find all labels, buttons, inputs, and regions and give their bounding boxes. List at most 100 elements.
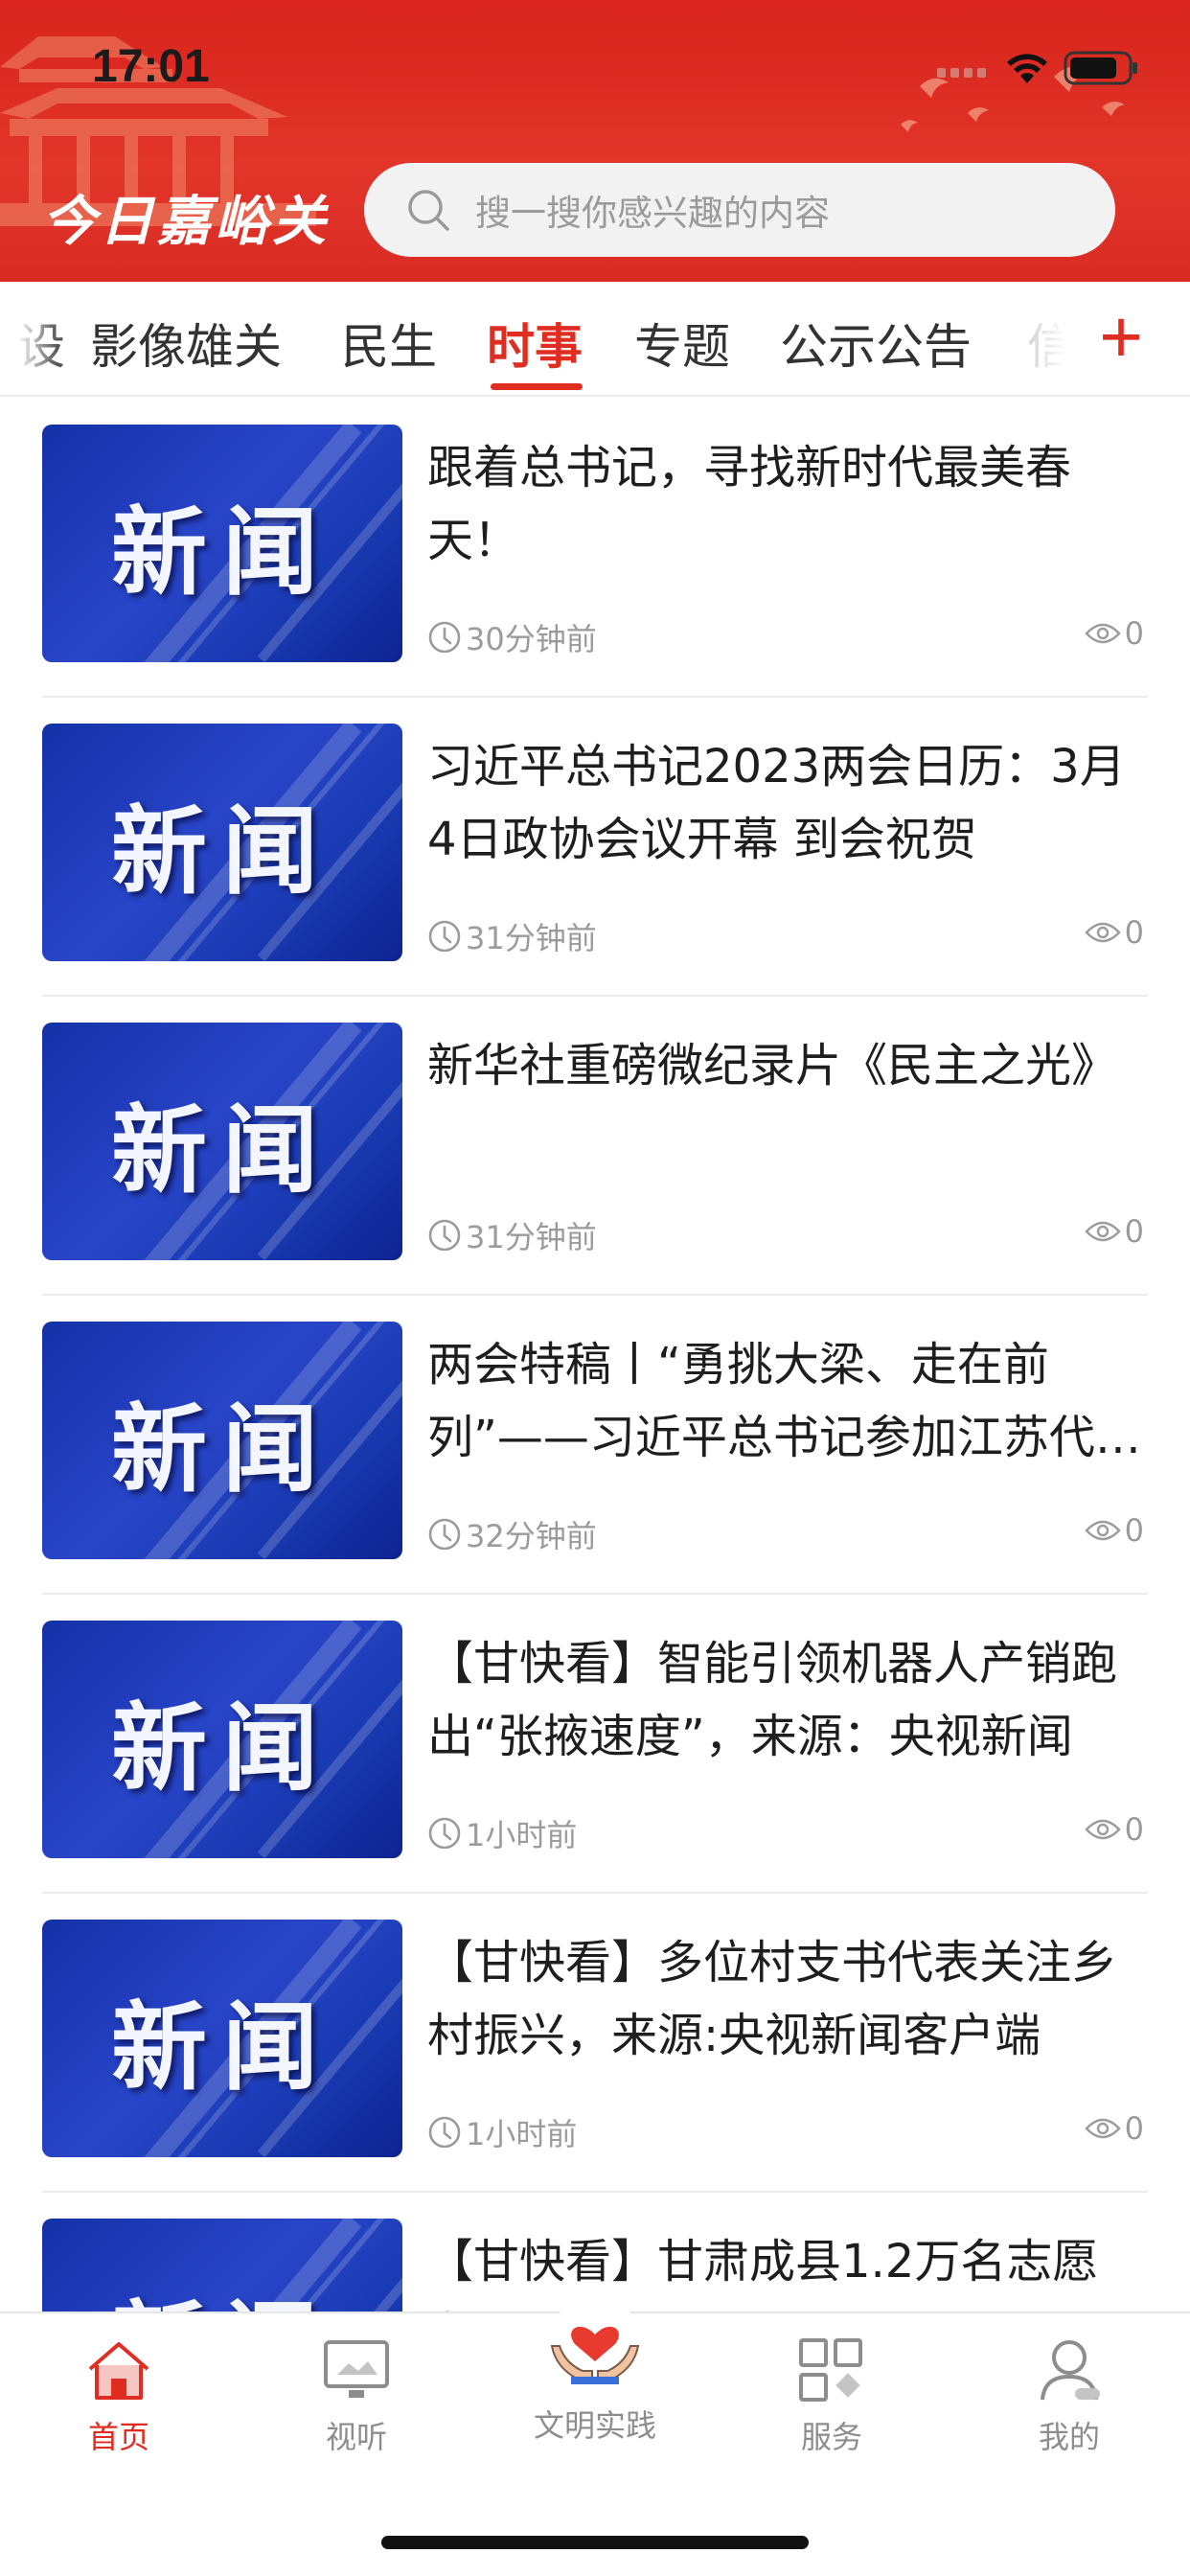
nav-services[interactable]: 服务 [765, 2336, 899, 2457]
news-thumbnail: 新闻 [42, 1621, 402, 1858]
news-thumbnail: 新闻 [42, 1322, 402, 1559]
news-thumbnail: 新闻 [42, 425, 402, 662]
views-count: 0 [1124, 914, 1144, 951]
nav-label: 服务 [800, 2419, 862, 2455]
thumbnail-label: 新闻 [111, 1691, 333, 1805]
nav-civilization[interactable]: 文明实践 [518, 2285, 672, 2446]
clock-icon [428, 2116, 461, 2149]
news-item[interactable]: 新闻 两会特稿丨“勇挑大梁、走在前列”——习近平总书记参加江苏代表团审议侧记 3… [0, 1296, 1190, 1595]
news-time: 31分钟前 [427, 914, 597, 958]
thumbnail-label: 新闻 [42, 2219, 402, 2312]
header: 17:01 今日嘉峪关 搜一搜你感兴趣的内容 [0, 0, 1190, 282]
nav-label: 首页 [87, 2419, 149, 2455]
news-views: 0 [1084, 1512, 1144, 1549]
thumbnail-label: 新闻 [111, 1093, 333, 1207]
clock-icon [428, 1518, 461, 1551]
tv-icon [324, 2340, 389, 2398]
status-icons [937, 50, 1140, 86]
search-icon [408, 190, 449, 231]
news-views: 0 [1084, 615, 1144, 652]
thumbnail-label: 新闻 [111, 1990, 333, 2104]
news-views: 0 [1084, 2110, 1144, 2147]
news-item[interactable]: 新闻 习近平总书记2023两会日历：3月4日政协会议开幕 到会祝贺 31分钟前 … [0, 698, 1190, 997]
news-title[interactable]: 【甘快看】多位村支书代表关注乡村振兴，来源:央视新闻客户端 [427, 1926, 1142, 2072]
news-thumbnail: 新闻 [42, 2219, 402, 2312]
tab-minsheng[interactable]: 民生 [341, 309, 437, 378]
news-item[interactable]: 新闻 新华社重磅微纪录片《民主之光》 31分钟前 0 [0, 997, 1190, 1296]
time-label: 31分钟前 [466, 1219, 597, 1255]
eye-icon [1084, 1221, 1121, 1242]
nav-label: 我的 [1038, 2419, 1100, 2455]
news-thumbnail: 新闻 [42, 1920, 402, 2157]
thumbnail-label: 新闻 [111, 794, 333, 908]
news-title[interactable]: 两会特稿丨“勇挑大梁、走在前列”——习近平总书记参加江苏代表团审议侧记 [427, 1328, 1142, 1474]
time-label: 30分钟前 [466, 621, 597, 657]
clock-icon [428, 1219, 461, 1252]
clock-icon [428, 621, 461, 654]
clock-icon [428, 920, 461, 953]
grid-icon [799, 2338, 862, 2402]
news-time: 31分钟前 [427, 1213, 597, 1257]
home-indicator[interactable] [381, 2536, 809, 2549]
nav-home[interactable]: 首页 [52, 2336, 186, 2457]
battery-icon [1064, 51, 1137, 85]
home-icon [88, 2342, 149, 2400]
views-count: 0 [1124, 1512, 1144, 1549]
news-title[interactable]: 习近平总书记2023两会日历：3月4日政协会议开幕 到会祝贺 [427, 730, 1142, 876]
time-label: 32分钟前 [466, 1518, 597, 1554]
nav-label: 文明实践 [533, 2407, 656, 2444]
views-count: 0 [1124, 615, 1144, 652]
eye-icon [1084, 2118, 1121, 2139]
eye-icon [1084, 922, 1121, 943]
search-bar[interactable]: 搜一搜你感兴趣的内容 [364, 163, 1115, 257]
news-item[interactable]: 新闻 跟着总书记，寻找新时代最美春天！ 30分钟前 0 [0, 399, 1190, 698]
nav-label: 视听 [325, 2419, 387, 2455]
views-count: 0 [1124, 1811, 1144, 1848]
heart-hands-icon [549, 2296, 641, 2388]
category-tabs: 设 影像雄关 民生 时事 专题 公示公告 信 + [0, 282, 1190, 397]
news-thumbnail: 新闻 [42, 1023, 402, 1260]
news-views: 0 [1084, 1811, 1144, 1848]
eye-icon [1084, 1520, 1121, 1541]
add-channel-button[interactable]: + [1092, 299, 1150, 376]
active-tab-indicator [491, 383, 583, 390]
tab-yingxiang[interactable]: 影像雄关 [90, 309, 282, 378]
time-label: 1小时前 [466, 1817, 578, 1853]
news-item[interactable]: 新闻 【甘快看】多位村支书代表关注乡村振兴，来源:央视新闻客户端 1小时前 0 [0, 1894, 1190, 2193]
tabs-fade-left [0, 282, 57, 395]
news-views: 0 [1084, 1213, 1144, 1250]
news-time: 1小时前 [427, 2110, 577, 2154]
views-count: 0 [1124, 1213, 1144, 1250]
tabs-fade-right [1006, 282, 1092, 395]
nav-profile[interactable]: 我的 [1002, 2336, 1136, 2457]
tab-shishi[interactable]: 时事 [487, 309, 583, 378]
news-title[interactable]: 跟着总书记，寻找新时代最美春天！ [427, 431, 1142, 577]
time-label: 31分钟前 [466, 920, 597, 956]
clock-icon [428, 1817, 461, 1850]
search-placeholder: 搜一搜你感兴趣的内容 [475, 193, 830, 234]
news-item[interactable]: 新闻 【甘快看】智能引领机器人产销跑出“张掖速度”，来源：央视新闻 1小时前 0 [0, 1595, 1190, 1894]
news-thumbnail: 新闻 [42, 724, 402, 961]
news-time: 1小时前 [427, 1811, 577, 1855]
signal-icon [937, 68, 986, 78]
eye-icon [1084, 623, 1121, 644]
news-time: 30分钟前 [427, 615, 597, 659]
thumbnail-label: 新闻 [111, 1392, 333, 1506]
tab-zhuanti[interactable]: 专题 [634, 309, 730, 378]
eye-icon [1084, 1819, 1121, 1840]
views-count: 0 [1124, 2110, 1144, 2147]
thumbnail-label: 新闻 [111, 495, 333, 609]
nav-media[interactable]: 视听 [289, 2336, 423, 2457]
status-time: 17:01 [92, 41, 210, 92]
app-screen: 17:01 今日嘉峪关 搜一搜你感兴趣的内容 影像雄关 民生 时事 专题 公示公… [0, 0, 1190, 2576]
news-list: 新闻 跟着总书记，寻找新时代最美春天！ 30分钟前 0 新闻 习近平总书记202… [0, 399, 1190, 2312]
user-icon [1041, 2340, 1100, 2401]
tab-gongshi[interactable]: 公示公告 [780, 309, 972, 378]
time-label: 1小时前 [466, 2116, 578, 2152]
news-title[interactable]: 新华社重磅微纪录片《民主之光》 [427, 1029, 1142, 1102]
wifi-icon [1007, 54, 1047, 83]
news-views: 0 [1084, 914, 1144, 951]
news-time: 32分钟前 [427, 1512, 597, 1556]
app-logo: 今日嘉峪关 [42, 190, 330, 253]
news-title[interactable]: 【甘快看】智能引领机器人产销跑出“张掖速度”，来源：央视新闻 [427, 1627, 1142, 1773]
